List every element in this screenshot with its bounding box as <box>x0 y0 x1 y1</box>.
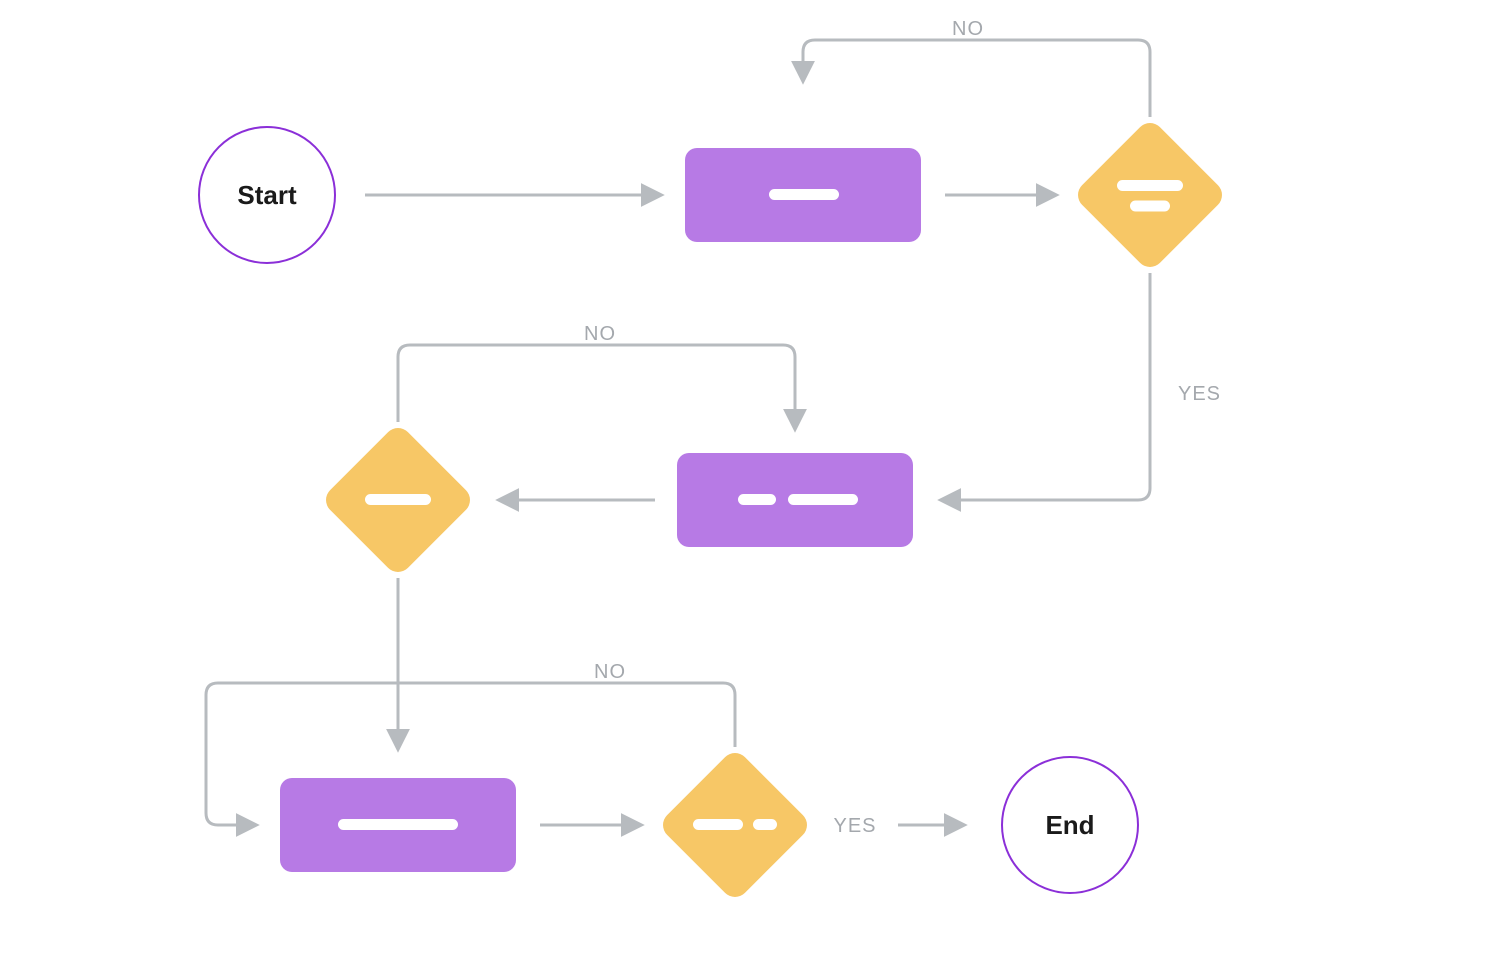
node-decision-1 <box>1072 117 1228 273</box>
edge-d1-p1-no <box>803 40 1150 117</box>
node-start: Start <box>199 127 335 263</box>
node-process-3 <box>280 778 516 872</box>
edge-d1-no-label: NO <box>952 18 984 40</box>
edge-d1-yes-label: YES <box>1178 383 1221 405</box>
edge-d2-no-label: NO <box>584 323 616 345</box>
edge-d3-yes-label: YES <box>833 815 876 837</box>
start-label: Start <box>237 180 297 210</box>
node-process-1 <box>685 148 921 242</box>
node-decision-2 <box>320 422 476 578</box>
node-process-2 <box>677 453 913 547</box>
end-label: End <box>1045 810 1094 840</box>
node-decision-3 <box>657 747 813 903</box>
node-end: End <box>1002 757 1138 893</box>
edge-d3-no-label: NO <box>594 661 626 683</box>
flowchart-diagram: Start NO YES NO <box>0 0 1500 960</box>
edge-d2-p2-no <box>398 345 795 428</box>
edge-d1-p2-yes <box>942 273 1150 500</box>
